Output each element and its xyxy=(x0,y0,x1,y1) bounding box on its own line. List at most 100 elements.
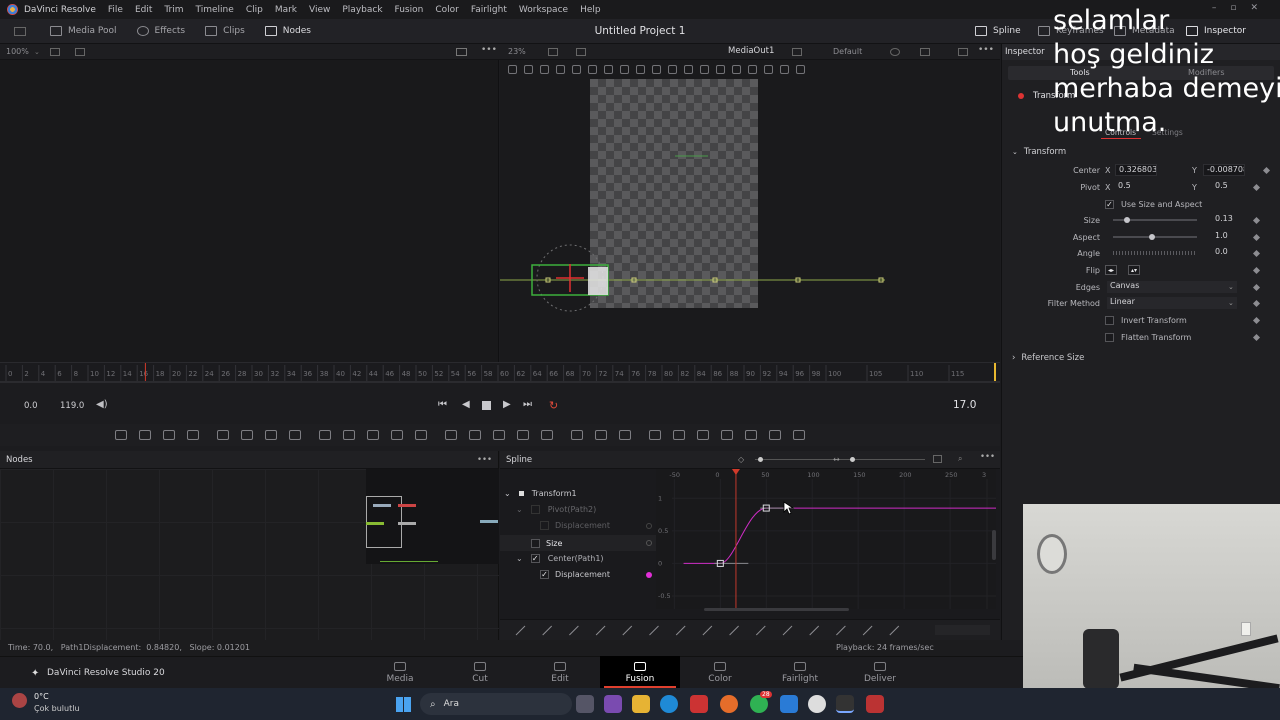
zoom-x-slider[interactable] xyxy=(755,457,855,462)
transform-icon[interactable] xyxy=(415,430,427,440)
main-viewer-zoom[interactable]: 23% xyxy=(508,47,526,56)
menu-timeline[interactable]: Timeline xyxy=(190,5,240,15)
fit-icon[interactable] xyxy=(933,455,942,463)
left-viewer-zoom[interactable]: 100% xyxy=(6,47,29,56)
chrome-icon[interactable] xyxy=(808,695,826,713)
menu-fusion[interactable]: Fusion xyxy=(389,5,430,15)
grid-icon[interactable] xyxy=(920,48,930,56)
linear-tool-icon[interactable] xyxy=(515,625,526,636)
drop-icon[interactable] xyxy=(289,430,301,440)
motion-path-overlay[interactable] xyxy=(500,60,1000,362)
menu-clip[interactable]: Clip xyxy=(240,5,269,15)
polygon-mask-icon[interactable] xyxy=(493,430,505,440)
bspline-mask-icon[interactable] xyxy=(517,430,529,440)
center-x-field[interactable]: 0.326803 xyxy=(1115,164,1157,176)
go-to-end-icon[interactable]: ⏭ xyxy=(523,399,532,410)
media-pool-button[interactable]: Media Pool xyxy=(40,26,127,36)
current-frame-field[interactable]: 17.0 xyxy=(953,399,976,411)
menu-workspace[interactable]: Workspace xyxy=(513,5,574,15)
matte-control-icon[interactable] xyxy=(391,430,403,440)
flip-horizontal-icon[interactable]: ◂▸ xyxy=(1105,265,1117,275)
page-fusion[interactable]: Fusion xyxy=(600,656,680,688)
blur-icon[interactable] xyxy=(319,430,331,440)
angle-thumbwheel[interactable] xyxy=(1113,251,1197,255)
channel-booleans-icon[interactable] xyxy=(367,430,379,440)
graph-playhead-marker[interactable] xyxy=(731,469,740,475)
tree-pivot-displacement[interactable]: Displacement xyxy=(540,521,652,530)
ease-icon[interactable] xyxy=(755,625,766,636)
center-y-field[interactable]: -0.008708 xyxy=(1203,164,1245,176)
aspect-slider[interactable] xyxy=(1113,234,1197,240)
keyframe-icon[interactable] xyxy=(1252,183,1261,191)
image-plane-icon[interactable] xyxy=(619,430,631,440)
step-out-icon[interactable] xyxy=(595,625,606,636)
clips-button[interactable]: Clips xyxy=(195,26,255,36)
output-name[interactable]: MediaOut1 xyxy=(728,46,774,56)
color-icon[interactable] xyxy=(890,48,900,56)
nodes-panel[interactable]: Nodes ••• xyxy=(0,451,499,640)
render-end-field[interactable]: 119.0 xyxy=(60,401,84,411)
size-field[interactable]: 0.13 xyxy=(1212,214,1242,226)
roi-icon[interactable] xyxy=(576,48,586,56)
page-color[interactable]: Color xyxy=(680,660,760,684)
viewer-layout-icon[interactable] xyxy=(456,48,467,56)
renderer3d-icon[interactable] xyxy=(769,430,781,440)
pivot-displacement-checkbox[interactable] xyxy=(540,521,549,530)
page-media[interactable]: Media xyxy=(360,660,440,684)
fit-icon[interactable] xyxy=(548,48,558,56)
size-slider-knob[interactable] xyxy=(1124,217,1130,223)
set-key-icon[interactable] xyxy=(836,625,846,636)
keyframe-icon[interactable] xyxy=(1252,299,1261,307)
menu-mark[interactable]: Mark xyxy=(269,5,303,15)
more-options-icon[interactable]: ••• xyxy=(481,45,497,55)
time-ruler[interactable]: 0 2 4 6 8 10 12 14 16 18 20 22 24 26 28 30 32 34 36 38 40 42 4… xyxy=(0,362,1000,383)
davinci-task-icon[interactable] xyxy=(836,695,854,713)
smooth-tool-icon[interactable] xyxy=(542,625,553,636)
extra-tool-icon[interactable] xyxy=(862,625,873,636)
node-navigator[interactable] xyxy=(366,469,499,564)
tree-center[interactable]: ⌄ ✓ Center(Path1) xyxy=(516,554,604,563)
keyframe-icon[interactable] xyxy=(1252,283,1261,291)
invert-checkbox[interactable] xyxy=(1105,315,1114,325)
paint-tool-icon[interactable] xyxy=(187,430,199,440)
transform-section-header[interactable]: ⌄ Transform xyxy=(1012,147,1066,157)
particle-render-icon[interactable] xyxy=(595,430,607,440)
color-curves-icon[interactable] xyxy=(241,430,253,440)
flip-vertical-icon[interactable]: ▴▾ xyxy=(1128,265,1140,275)
more-tool-icon[interactable] xyxy=(889,625,900,636)
keyframe-icon[interactable] xyxy=(1252,266,1261,274)
graph-h-scrollbar[interactable] xyxy=(704,608,849,611)
speaker-icon[interactable]: ◀) xyxy=(96,399,108,410)
angle-field[interactable]: 0.0 xyxy=(1212,247,1242,259)
node-color-icon[interactable] xyxy=(1018,93,1024,99)
edges-dropdown[interactable]: Canvas xyxy=(1107,281,1237,293)
keyframe-icon[interactable] xyxy=(1252,233,1261,241)
layout-icon[interactable] xyxy=(14,26,26,36)
viewer-preset[interactable]: Default xyxy=(833,47,862,56)
play-icon[interactable]: ▶ xyxy=(503,399,511,410)
loop-icon[interactable]: ↻ xyxy=(549,399,558,412)
pivot-x-field[interactable]: 0.5 xyxy=(1115,181,1157,193)
center-checkbox[interactable]: ✓ xyxy=(530,554,540,563)
camera3d-icon[interactable] xyxy=(721,430,733,440)
windows-start-icon[interactable] xyxy=(396,697,411,712)
menu-help[interactable]: Help xyxy=(574,5,607,15)
spotlight-icon[interactable] xyxy=(745,430,757,440)
merge-icon[interactable] xyxy=(343,430,355,440)
time-stretch-icon[interactable] xyxy=(649,625,659,636)
merge3d-icon[interactable] xyxy=(697,430,709,440)
menu-playback[interactable]: Playback xyxy=(336,5,388,15)
keyframe-icon[interactable] xyxy=(1252,216,1261,224)
more-options-icon[interactable]: ••• xyxy=(477,455,492,465)
aspect-field[interactable]: 1.0 xyxy=(1212,231,1242,243)
tree-size[interactable]: Size xyxy=(500,535,656,551)
select-all-icon[interactable] xyxy=(702,625,713,636)
go-to-start-icon[interactable]: ⏮ xyxy=(438,399,447,410)
tree-pivot[interactable]: ⌄ Pivot(Path2) xyxy=(516,505,596,514)
stop-icon[interactable] xyxy=(482,401,491,410)
menu-file[interactable]: File xyxy=(102,5,129,15)
use-size-aspect-checkbox[interactable]: ✓ xyxy=(1105,199,1114,209)
tool-more-icon[interactable] xyxy=(793,430,805,440)
particle-emitter-icon[interactable] xyxy=(571,430,583,440)
effects-button[interactable]: Effects xyxy=(127,26,196,36)
